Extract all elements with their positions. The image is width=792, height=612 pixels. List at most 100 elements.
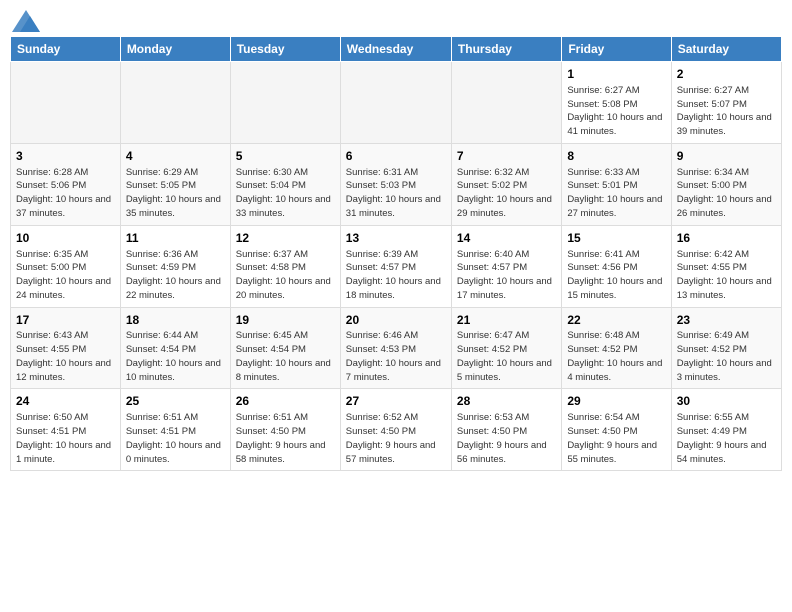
day-number: 10 bbox=[16, 230, 115, 247]
day-info: Sunrise: 6:30 AM Sunset: 5:04 PM Dayligh… bbox=[236, 166, 335, 221]
calendar-cell: 30Sunrise: 6:55 AM Sunset: 4:49 PM Dayli… bbox=[671, 389, 781, 471]
calendar-cell: 17Sunrise: 6:43 AM Sunset: 4:55 PM Dayli… bbox=[11, 307, 121, 389]
calendar-cell: 9Sunrise: 6:34 AM Sunset: 5:00 PM Daylig… bbox=[671, 143, 781, 225]
calendar-cell: 27Sunrise: 6:52 AM Sunset: 4:50 PM Dayli… bbox=[340, 389, 451, 471]
day-number: 25 bbox=[126, 393, 225, 410]
calendar-week-5: 24Sunrise: 6:50 AM Sunset: 4:51 PM Dayli… bbox=[11, 389, 782, 471]
calendar-week-3: 10Sunrise: 6:35 AM Sunset: 5:00 PM Dayli… bbox=[11, 225, 782, 307]
calendar-cell bbox=[120, 62, 230, 144]
calendar-week-4: 17Sunrise: 6:43 AM Sunset: 4:55 PM Dayli… bbox=[11, 307, 782, 389]
day-info: Sunrise: 6:46 AM Sunset: 4:53 PM Dayligh… bbox=[346, 329, 446, 384]
calendar-cell: 7Sunrise: 6:32 AM Sunset: 5:02 PM Daylig… bbox=[451, 143, 561, 225]
calendar-cell bbox=[451, 62, 561, 144]
day-number: 13 bbox=[346, 230, 446, 247]
day-number: 5 bbox=[236, 148, 335, 165]
day-number: 3 bbox=[16, 148, 115, 165]
calendar-cell: 26Sunrise: 6:51 AM Sunset: 4:50 PM Dayli… bbox=[230, 389, 340, 471]
logo bbox=[10, 10, 40, 28]
day-number: 17 bbox=[16, 312, 115, 329]
day-number: 16 bbox=[677, 230, 776, 247]
day-number: 12 bbox=[236, 230, 335, 247]
calendar-cell: 20Sunrise: 6:46 AM Sunset: 4:53 PM Dayli… bbox=[340, 307, 451, 389]
day-info: Sunrise: 6:36 AM Sunset: 4:59 PM Dayligh… bbox=[126, 248, 225, 303]
calendar-cell bbox=[340, 62, 451, 144]
day-number: 9 bbox=[677, 148, 776, 165]
calendar-cell: 21Sunrise: 6:47 AM Sunset: 4:52 PM Dayli… bbox=[451, 307, 561, 389]
calendar-header-thursday: Thursday bbox=[451, 37, 561, 62]
calendar-cell bbox=[230, 62, 340, 144]
calendar-cell: 13Sunrise: 6:39 AM Sunset: 4:57 PM Dayli… bbox=[340, 225, 451, 307]
calendar-week-2: 3Sunrise: 6:28 AM Sunset: 5:06 PM Daylig… bbox=[11, 143, 782, 225]
calendar-cell: 10Sunrise: 6:35 AM Sunset: 5:00 PM Dayli… bbox=[11, 225, 121, 307]
calendar-week-1: 1Sunrise: 6:27 AM Sunset: 5:08 PM Daylig… bbox=[11, 62, 782, 144]
day-info: Sunrise: 6:39 AM Sunset: 4:57 PM Dayligh… bbox=[346, 248, 446, 303]
day-number: 24 bbox=[16, 393, 115, 410]
header bbox=[10, 10, 782, 28]
calendar-cell: 1Sunrise: 6:27 AM Sunset: 5:08 PM Daylig… bbox=[562, 62, 671, 144]
calendar-header-row: SundayMondayTuesdayWednesdayThursdayFrid… bbox=[11, 37, 782, 62]
calendar-header-wednesday: Wednesday bbox=[340, 37, 451, 62]
day-info: Sunrise: 6:54 AM Sunset: 4:50 PM Dayligh… bbox=[567, 411, 665, 466]
day-number: 15 bbox=[567, 230, 665, 247]
calendar-cell: 25Sunrise: 6:51 AM Sunset: 4:51 PM Dayli… bbox=[120, 389, 230, 471]
calendar-cell: 29Sunrise: 6:54 AM Sunset: 4:50 PM Dayli… bbox=[562, 389, 671, 471]
day-number: 4 bbox=[126, 148, 225, 165]
day-info: Sunrise: 6:40 AM Sunset: 4:57 PM Dayligh… bbox=[457, 248, 556, 303]
day-number: 8 bbox=[567, 148, 665, 165]
calendar-cell: 22Sunrise: 6:48 AM Sunset: 4:52 PM Dayli… bbox=[562, 307, 671, 389]
calendar-cell: 6Sunrise: 6:31 AM Sunset: 5:03 PM Daylig… bbox=[340, 143, 451, 225]
day-info: Sunrise: 6:35 AM Sunset: 5:00 PM Dayligh… bbox=[16, 248, 115, 303]
calendar-cell: 2Sunrise: 6:27 AM Sunset: 5:07 PM Daylig… bbox=[671, 62, 781, 144]
day-number: 18 bbox=[126, 312, 225, 329]
calendar-cell: 18Sunrise: 6:44 AM Sunset: 4:54 PM Dayli… bbox=[120, 307, 230, 389]
day-info: Sunrise: 6:27 AM Sunset: 5:08 PM Dayligh… bbox=[567, 84, 665, 139]
day-info: Sunrise: 6:28 AM Sunset: 5:06 PM Dayligh… bbox=[16, 166, 115, 221]
logo-icon bbox=[12, 10, 40, 32]
day-number: 30 bbox=[677, 393, 776, 410]
calendar-header-tuesday: Tuesday bbox=[230, 37, 340, 62]
day-info: Sunrise: 6:27 AM Sunset: 5:07 PM Dayligh… bbox=[677, 84, 776, 139]
calendar-cell: 4Sunrise: 6:29 AM Sunset: 5:05 PM Daylig… bbox=[120, 143, 230, 225]
calendar-cell: 8Sunrise: 6:33 AM Sunset: 5:01 PM Daylig… bbox=[562, 143, 671, 225]
calendar-cell: 23Sunrise: 6:49 AM Sunset: 4:52 PM Dayli… bbox=[671, 307, 781, 389]
day-info: Sunrise: 6:48 AM Sunset: 4:52 PM Dayligh… bbox=[567, 329, 665, 384]
day-number: 2 bbox=[677, 66, 776, 83]
calendar-table: SundayMondayTuesdayWednesdayThursdayFrid… bbox=[10, 36, 782, 471]
calendar-cell: 5Sunrise: 6:30 AM Sunset: 5:04 PM Daylig… bbox=[230, 143, 340, 225]
day-number: 29 bbox=[567, 393, 665, 410]
day-info: Sunrise: 6:51 AM Sunset: 4:51 PM Dayligh… bbox=[126, 411, 225, 466]
calendar-cell: 15Sunrise: 6:41 AM Sunset: 4:56 PM Dayli… bbox=[562, 225, 671, 307]
day-info: Sunrise: 6:34 AM Sunset: 5:00 PM Dayligh… bbox=[677, 166, 776, 221]
calendar-cell: 19Sunrise: 6:45 AM Sunset: 4:54 PM Dayli… bbox=[230, 307, 340, 389]
day-info: Sunrise: 6:44 AM Sunset: 4:54 PM Dayligh… bbox=[126, 329, 225, 384]
day-number: 14 bbox=[457, 230, 556, 247]
day-number: 26 bbox=[236, 393, 335, 410]
day-info: Sunrise: 6:45 AM Sunset: 4:54 PM Dayligh… bbox=[236, 329, 335, 384]
day-number: 23 bbox=[677, 312, 776, 329]
day-number: 6 bbox=[346, 148, 446, 165]
day-info: Sunrise: 6:50 AM Sunset: 4:51 PM Dayligh… bbox=[16, 411, 115, 466]
day-number: 7 bbox=[457, 148, 556, 165]
calendar-cell: 14Sunrise: 6:40 AM Sunset: 4:57 PM Dayli… bbox=[451, 225, 561, 307]
day-info: Sunrise: 6:32 AM Sunset: 5:02 PM Dayligh… bbox=[457, 166, 556, 221]
day-info: Sunrise: 6:41 AM Sunset: 4:56 PM Dayligh… bbox=[567, 248, 665, 303]
day-number: 11 bbox=[126, 230, 225, 247]
calendar-cell: 12Sunrise: 6:37 AM Sunset: 4:58 PM Dayli… bbox=[230, 225, 340, 307]
calendar-cell: 24Sunrise: 6:50 AM Sunset: 4:51 PM Dayli… bbox=[11, 389, 121, 471]
day-info: Sunrise: 6:37 AM Sunset: 4:58 PM Dayligh… bbox=[236, 248, 335, 303]
day-info: Sunrise: 6:33 AM Sunset: 5:01 PM Dayligh… bbox=[567, 166, 665, 221]
day-info: Sunrise: 6:29 AM Sunset: 5:05 PM Dayligh… bbox=[126, 166, 225, 221]
day-info: Sunrise: 6:53 AM Sunset: 4:50 PM Dayligh… bbox=[457, 411, 556, 466]
day-info: Sunrise: 6:42 AM Sunset: 4:55 PM Dayligh… bbox=[677, 248, 776, 303]
calendar-cell: 16Sunrise: 6:42 AM Sunset: 4:55 PM Dayli… bbox=[671, 225, 781, 307]
day-info: Sunrise: 6:51 AM Sunset: 4:50 PM Dayligh… bbox=[236, 411, 335, 466]
calendar-header-sunday: Sunday bbox=[11, 37, 121, 62]
calendar-cell: 11Sunrise: 6:36 AM Sunset: 4:59 PM Dayli… bbox=[120, 225, 230, 307]
day-info: Sunrise: 6:49 AM Sunset: 4:52 PM Dayligh… bbox=[677, 329, 776, 384]
calendar-header-friday: Friday bbox=[562, 37, 671, 62]
calendar-cell bbox=[11, 62, 121, 144]
day-info: Sunrise: 6:43 AM Sunset: 4:55 PM Dayligh… bbox=[16, 329, 115, 384]
calendar-cell: 28Sunrise: 6:53 AM Sunset: 4:50 PM Dayli… bbox=[451, 389, 561, 471]
day-number: 27 bbox=[346, 393, 446, 410]
day-info: Sunrise: 6:52 AM Sunset: 4:50 PM Dayligh… bbox=[346, 411, 446, 466]
